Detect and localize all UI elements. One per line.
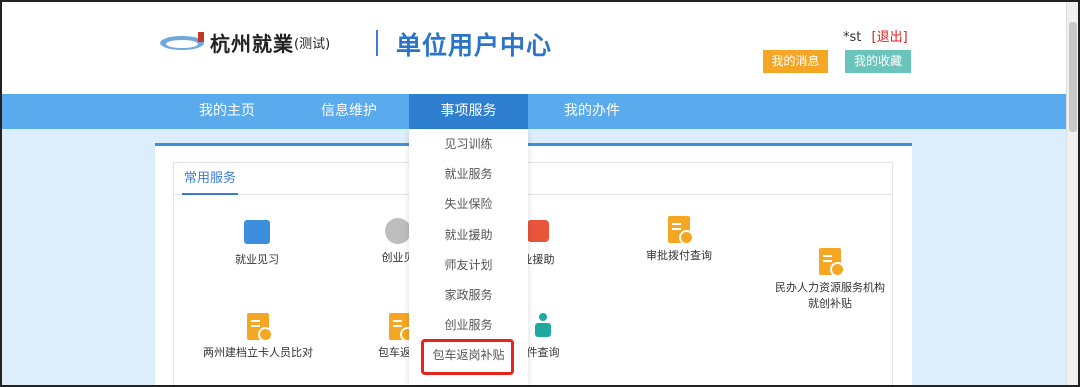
menu-item-mentor-program[interactable]: 师友计划: [409, 250, 528, 280]
my-favorites-button[interactable]: 我的收藏: [845, 50, 911, 73]
nav-item-my-cases[interactable]: 我的办件: [527, 94, 657, 129]
my-messages-button[interactable]: 我的消息: [763, 50, 828, 73]
nav-item-home[interactable]: 我的主页: [162, 94, 292, 129]
logo-text: 杭州就業: [210, 32, 294, 56]
document-check-icon: [245, 313, 273, 342]
menu-item-housekeeping[interactable]: 家政服务: [409, 280, 528, 310]
menu-item-entrepreneurship[interactable]: 创业服务: [409, 310, 528, 340]
common-services-header: 常用服务: [174, 163, 892, 195]
service-private-hr-subsidy[interactable]: 民办人力资源服务机构 就创补贴: [755, 216, 905, 328]
site-logo[interactable]: 杭州就業 (测试): [160, 28, 330, 57]
scrollbar-thumb[interactable]: [1069, 22, 1077, 132]
service-internship[interactable]: 就业见习: [192, 220, 322, 268]
service-label: 就业见习: [235, 253, 279, 266]
nav-item-services[interactable]: 事项服务: [409, 94, 528, 129]
logo-subtitle: (测试): [294, 37, 331, 52]
page-title: 单位用户中心: [396, 31, 553, 60]
handshake-icon: [525, 220, 551, 248]
person-icon: [385, 218, 411, 246]
menu-item-internship-training[interactable]: 见习训练: [409, 129, 528, 159]
service-comparison[interactable]: 两州建档立卡人员比对: [188, 313, 328, 361]
logout-link[interactable]: [退出]: [872, 30, 908, 45]
username: *st: [843, 30, 862, 45]
menu-item-employment-services[interactable]: 就业服务: [409, 159, 528, 189]
vertical-scrollbar[interactable]: [1066, 2, 1078, 385]
menu-item-employment-assistance[interactable]: 就业援助: [409, 220, 528, 250]
tab-common-services[interactable]: 常用服务: [182, 163, 239, 195]
service-label: 两州建档立卡人员比对: [203, 346, 313, 359]
briefcase-icon: [244, 220, 270, 248]
document-check-icon: [666, 216, 694, 245]
highlight-box: [421, 339, 514, 375]
logo-wave-icon: [160, 30, 204, 56]
main-nav: 我的主页 信息维护 事项服务 我的办件: [2, 94, 1066, 129]
service-approval-query[interactable]: 审批拨付查询: [614, 216, 744, 264]
service-label: 审批拨付查询: [646, 249, 712, 262]
menu-item-unemployment-insurance[interactable]: 失业保险: [409, 189, 528, 219]
document-check-icon: [817, 232, 845, 277]
header-divider: [376, 30, 378, 56]
user-info: *st [退出]: [843, 26, 908, 45]
person-location-icon: [530, 313, 556, 341]
nav-item-info[interactable]: 信息维护: [284, 94, 414, 129]
